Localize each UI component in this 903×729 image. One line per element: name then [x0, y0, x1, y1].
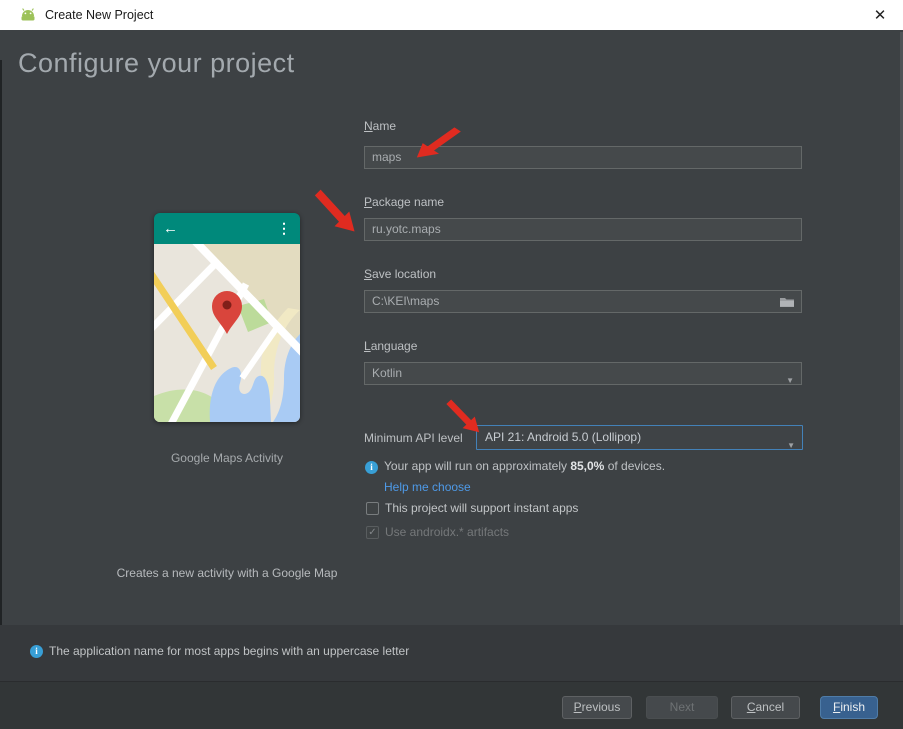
title-bar: Create New Project [0, 0, 903, 30]
folder-icon[interactable] [779, 296, 795, 308]
language-dropdown[interactable]: Kotlin ▼ [364, 362, 802, 385]
help-me-choose-link[interactable]: Help me choose [384, 480, 471, 494]
annotation-arrow-package-field [312, 189, 358, 235]
save-location-input[interactable]: C:\KEI\maps [364, 290, 802, 313]
package-name-label: Package name [364, 195, 445, 209]
window-edge-left [0, 60, 2, 655]
chevron-down-icon: ▼ [786, 376, 794, 385]
finish-button[interactable]: Finish [820, 696, 878, 719]
checkbox-checked-icon: ✓ [366, 525, 379, 539]
api-info-line: i Your app will run on approximately 85,0… [365, 459, 665, 474]
androidx-checkbox-row: ✓ Use androidx.* artifacts [366, 525, 509, 539]
instant-apps-checkbox-row[interactable]: This project will support instant apps [366, 501, 578, 515]
window-title: Create New Project [45, 8, 154, 22]
preview-appbar: ← ⋮ [154, 213, 300, 244]
activity-preview-card: ← ⋮ [154, 213, 300, 422]
overflow-menu-icon: ⋮ [277, 220, 291, 236]
next-button: Next [646, 696, 718, 719]
min-api-dropdown[interactable]: API 21: Android 5.0 (Lollipop) ▼ [476, 425, 803, 450]
save-location-label: Save location [364, 267, 437, 281]
map-preview-image [154, 237, 300, 422]
cancel-button[interactable]: Cancel [731, 696, 800, 719]
previous-button[interactable]: Previous [562, 696, 632, 719]
device-percentage: 85,0% [570, 459, 605, 473]
language-label: Language [364, 339, 418, 353]
button-bar: Previous Next Cancel Finish [0, 681, 903, 729]
checkbox-unchecked-icon[interactable] [366, 501, 379, 515]
instant-apps-label: This project will support instant apps [385, 501, 579, 515]
activity-description: Creates a new activity with a Google Map [116, 566, 338, 580]
close-icon[interactable]: ✕ [857, 0, 903, 30]
chevron-down-icon: ▼ [787, 441, 795, 450]
back-arrow-icon: ← [163, 220, 178, 237]
activity-caption: Google Maps Activity [170, 451, 284, 465]
info-icon: i [30, 644, 43, 658]
androidx-label: Use androidx.* artifacts [385, 525, 510, 539]
name-label: Name [364, 119, 397, 133]
validation-message: i The application name for most apps beg… [30, 644, 409, 658]
annotation-arrow-name-field [413, 127, 464, 160]
page-title: Configure your project [18, 48, 295, 78]
package-name-input[interactable]: ru.yotc.maps [364, 218, 802, 241]
android-logo-icon [21, 8, 35, 21]
annotation-arrow-api-dropdown [444, 399, 482, 435]
